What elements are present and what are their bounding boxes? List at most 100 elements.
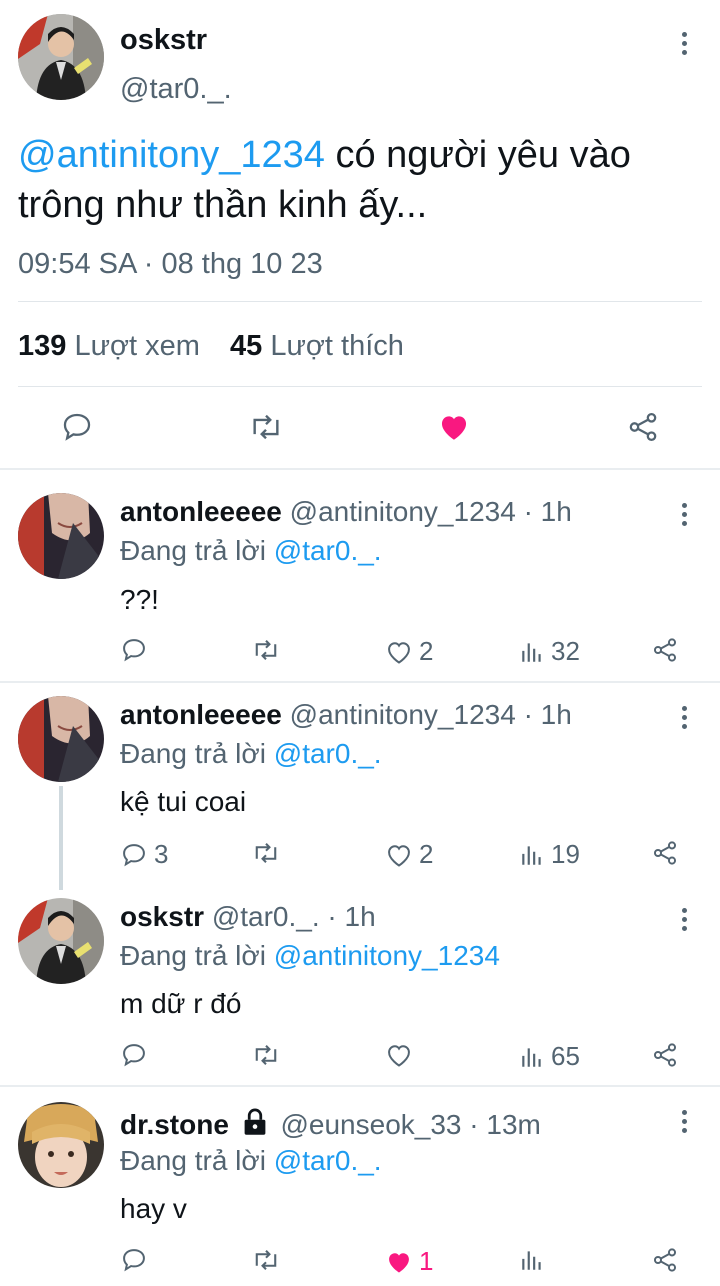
views-icon [519, 638, 545, 666]
likes-count[interactable]: 45 [230, 330, 262, 362]
replying-to-mention[interactable]: @tar0._. [274, 738, 382, 769]
share-icon[interactable] [626, 410, 660, 444]
like-button[interactable]: 2 [385, 636, 433, 667]
more-options-icon[interactable] [679, 706, 689, 733]
more-options-icon[interactable] [679, 1110, 689, 1137]
reply-display-name[interactable]: oskstr [120, 901, 204, 932]
reply-text: hay v [120, 1193, 187, 1224]
divider [18, 301, 702, 302]
share-icon [651, 1246, 679, 1274]
reply-icon [120, 636, 148, 664]
retweet-icon [251, 1246, 281, 1274]
like-button[interactable]: 1 [385, 1246, 433, 1277]
views-label[interactable]: Lượt xem [74, 330, 199, 362]
retweet-icon [251, 636, 281, 664]
like-count: 2 [419, 839, 434, 869]
replying-to: Đang trả lời @tar0._. [120, 1145, 382, 1177]
tweet-text: @antinitony_1234 có người yêu vào trông … [18, 130, 631, 230]
reply-button[interactable] [120, 1041, 154, 1069]
share-icon [651, 1041, 679, 1069]
share-icon [651, 636, 679, 664]
tweet-text-line1: có người yêu vào [324, 134, 631, 176]
view-count: 32 [551, 636, 580, 666]
reply-button[interactable] [120, 1246, 154, 1274]
reply-header: antonleeeee @antinitony_1234 · 1h [120, 699, 572, 731]
reply-icon[interactable] [60, 410, 94, 444]
reply-icon [120, 1246, 148, 1274]
like-icon-filled [385, 1248, 413, 1276]
like-count: 1 [419, 1246, 434, 1276]
retweet-button[interactable] [251, 1041, 287, 1069]
replying-to-label: Đang trả lời [120, 738, 274, 769]
likes-label[interactable]: Lượt thích [270, 330, 404, 362]
tweet-mention[interactable]: @antinitony_1234 [18, 134, 325, 176]
thread-line [59, 786, 63, 890]
view-count: 19 [551, 839, 580, 869]
share-button[interactable] [651, 1246, 685, 1274]
reply-display-name[interactable]: antonleeeee [120, 699, 282, 730]
divider [0, 681, 720, 683]
reply-icon [120, 841, 148, 869]
views-button[interactable]: 65 [519, 1041, 580, 1072]
reply-button[interactable]: 3 [120, 839, 168, 870]
reply-handle-time[interactable]: @antinitony_1234 · 1h [290, 496, 572, 527]
divider [0, 468, 720, 470]
retweet-button[interactable] [251, 1246, 287, 1274]
like-icon[interactable] [437, 410, 471, 444]
reply-avatar[interactable] [18, 696, 104, 782]
views-button[interactable]: 32 [519, 636, 580, 667]
like-button[interactable] [385, 1041, 419, 1069]
reply-button[interactable] [120, 636, 154, 664]
replying-to-label: Đang trả lời [120, 1145, 274, 1176]
like-icon [385, 841, 413, 869]
tweet-timestamp[interactable]: 09:54 SA · 08 thg 10 23 [18, 248, 323, 281]
more-options-icon[interactable] [679, 908, 689, 935]
views-icon [519, 841, 545, 869]
reply-icon [120, 1041, 148, 1069]
replying-to-mention[interactable]: @antinitony_1234 [274, 940, 500, 971]
replying-to: Đang trả lời @tar0._. [120, 535, 382, 567]
like-icon [385, 1041, 413, 1069]
reply-avatar[interactable] [18, 898, 104, 984]
reply-display-name[interactable]: antonleeeee [120, 496, 282, 527]
reply-avatar[interactable] [18, 493, 104, 579]
share-button[interactable] [651, 1041, 685, 1069]
reply-count: 3 [154, 839, 169, 869]
reply-text: ??! [120, 584, 159, 615]
replying-to: Đang trả lời @antinitony_1234 [120, 940, 500, 972]
reply-handle-time[interactable]: @eunseok_33 · 13m [280, 1109, 540, 1140]
share-button[interactable] [651, 636, 685, 664]
replying-to-mention[interactable]: @tar0._. [274, 535, 382, 566]
replying-to: Đang trả lời @tar0._. [120, 738, 382, 770]
reply-header: oskstr @tar0._. · 1h [120, 901, 376, 933]
reply-handle-time[interactable]: @antinitony_1234 · 1h [290, 699, 572, 730]
views-button[interactable] [519, 1246, 551, 1274]
reply-header: antonleeeee @antinitony_1234 · 1h [120, 496, 572, 528]
reply-display-name[interactable]: dr.stone [120, 1109, 229, 1140]
like-button[interactable]: 2 [385, 839, 433, 870]
reply-header: dr.stone @eunseok_33 · 13m [120, 1107, 541, 1141]
replying-to-mention[interactable]: @tar0._. [274, 1145, 382, 1176]
author-handle[interactable]: @tar0._. [120, 73, 232, 106]
more-options-icon[interactable] [679, 32, 689, 59]
tweet-stats: 139 Lượt xem 45 Lượt thích [18, 330, 404, 363]
reply-handle-time[interactable]: @tar0._. · 1h [212, 901, 376, 932]
views-button[interactable]: 19 [519, 839, 580, 870]
retweet-icon[interactable] [247, 410, 285, 444]
author-avatar[interactable] [18, 14, 104, 100]
more-options-icon[interactable] [679, 503, 689, 530]
retweet-button[interactable] [251, 839, 287, 867]
replying-to-label: Đang trả lời [120, 940, 274, 971]
reply-text: kệ tui coai [120, 786, 247, 817]
reply-avatar[interactable] [18, 1102, 104, 1188]
divider [18, 386, 702, 387]
like-count: 2 [419, 636, 434, 666]
share-button[interactable] [651, 839, 685, 867]
like-icon [385, 638, 413, 666]
author-display-name[interactable]: oskstr [120, 24, 207, 57]
share-icon [651, 839, 679, 867]
retweet-button[interactable] [251, 636, 287, 664]
views-icon [519, 1246, 545, 1274]
views-count[interactable]: 139 [18, 330, 66, 362]
views-icon [519, 1043, 545, 1071]
